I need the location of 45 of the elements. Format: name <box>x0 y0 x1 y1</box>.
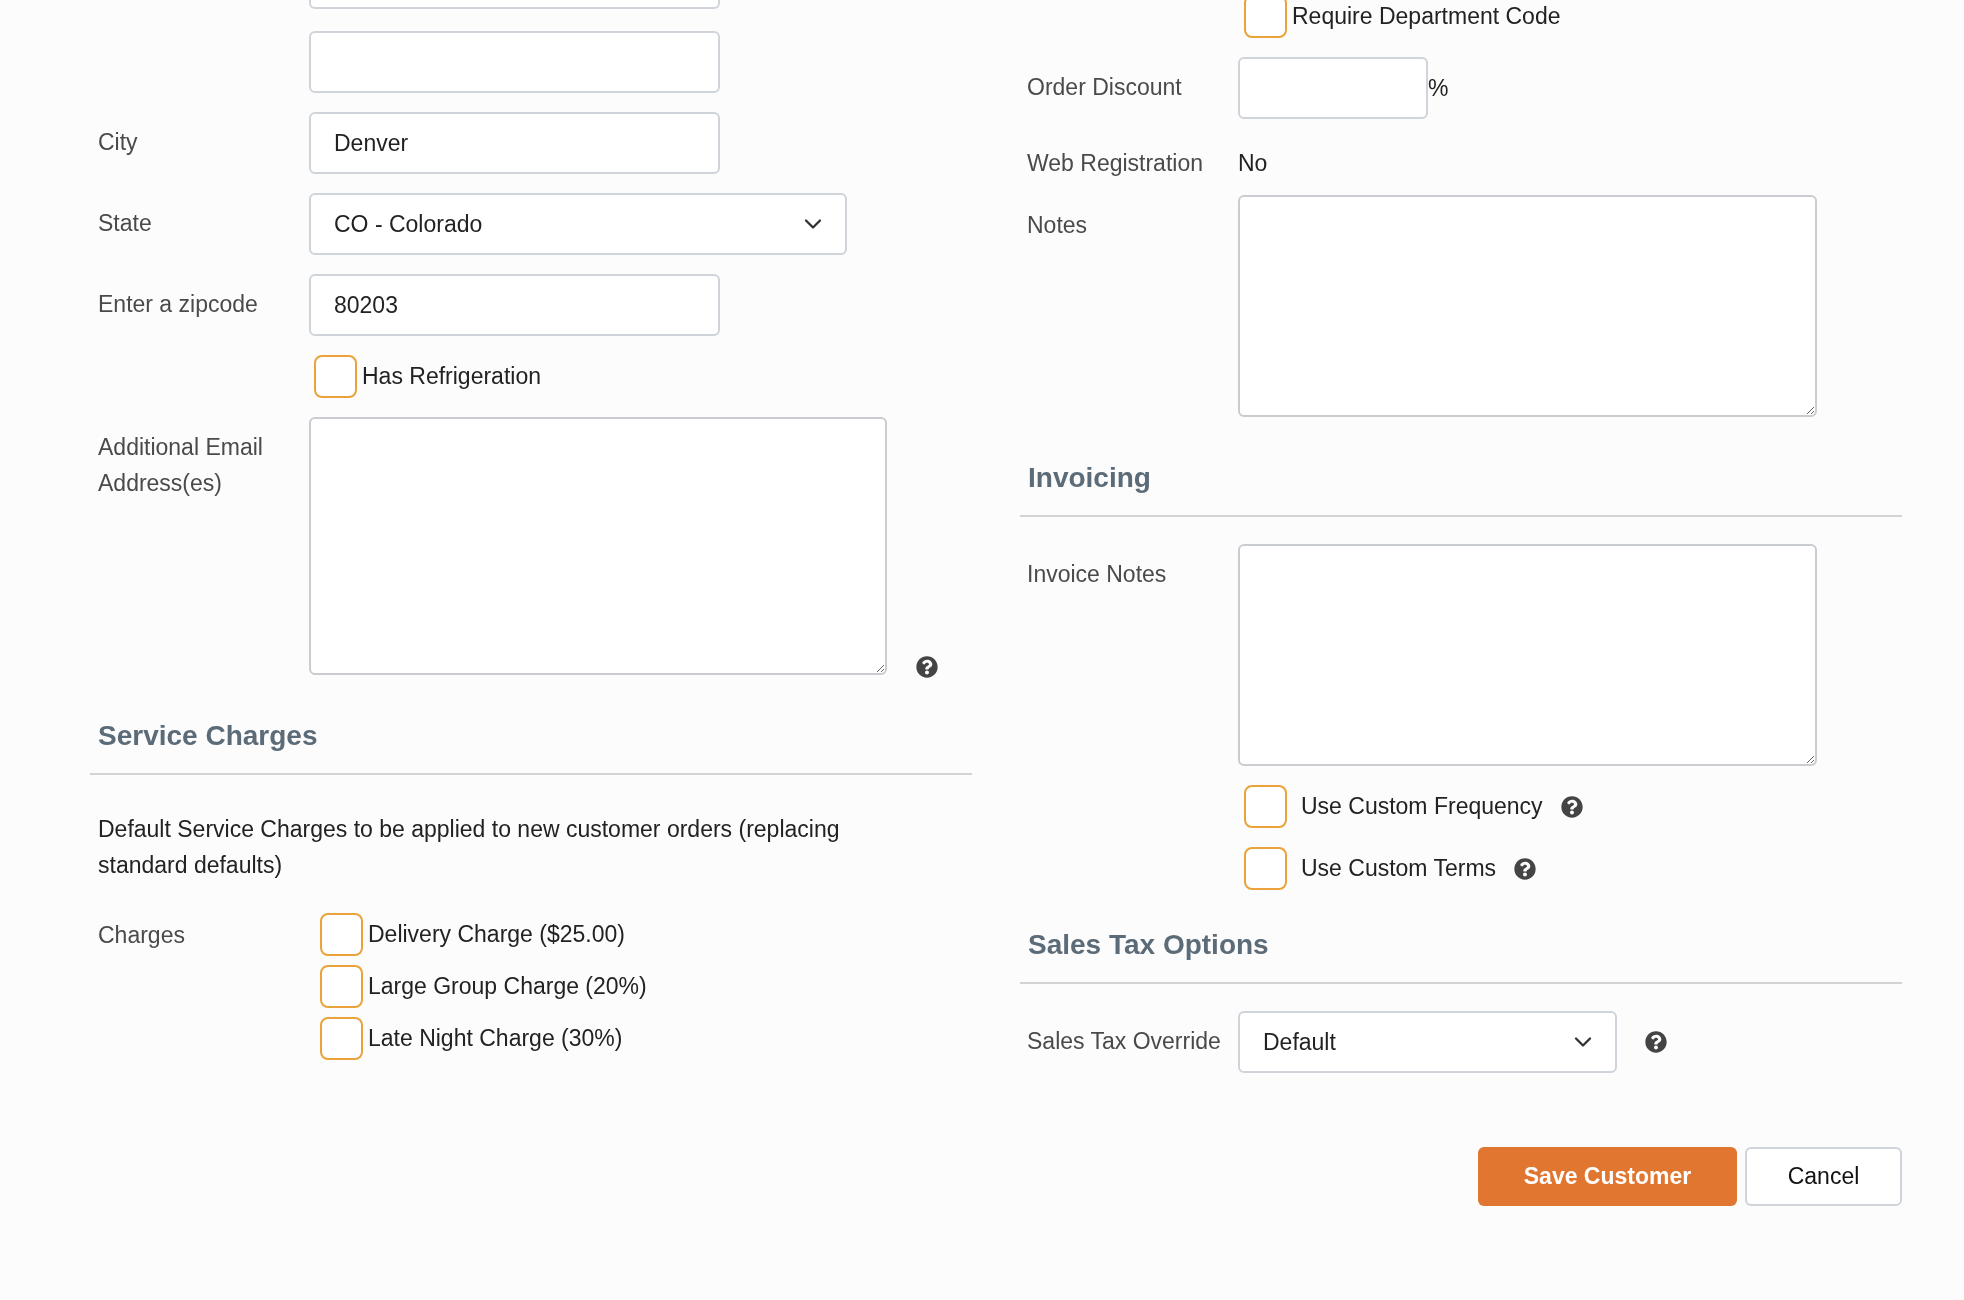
text-input[interactable]: Denver <box>309 112 720 174</box>
section-description: Default Service Charges to be applied to new customer orders (replacing standard defaults) <box>98 815 841 880</box>
checkbox[interactable] <box>320 965 363 1008</box>
field-label: Sales Tax Override <box>1027 1028 1221 1054</box>
help-icon[interactable] <box>1645 1031 1667 1053</box>
field-label: Web Registration <box>1027 150 1203 176</box>
field-label: Additional Email Address(es) <box>98 433 264 498</box>
checkbox-label: Late Night Charge (30%) <box>368 1024 623 1054</box>
checkbox-label: Has Refrigeration <box>362 362 541 392</box>
percent-suffix: % <box>1428 74 1449 103</box>
field-label: Notes <box>1027 211 1089 240</box>
help-icon[interactable] <box>916 656 938 678</box>
checkbox[interactable] <box>314 355 357 398</box>
help-icon[interactable] <box>1560 795 1583 818</box>
field-label: Invoice Notes <box>1027 560 1168 589</box>
text-input[interactable] <box>1238 57 1428 119</box>
checkbox[interactable] <box>320 913 363 956</box>
checkbox-label: Large Group Charge (20%) <box>368 972 647 1002</box>
field-label: City <box>98 129 138 155</box>
section-heading: Service Charges <box>98 720 318 751</box>
checkbox-label: Use Custom Frequency <box>1301 792 1543 822</box>
checkbox-label: Use Custom Terms <box>1301 854 1497 884</box>
checkbox[interactable] <box>1244 847 1287 890</box>
section-heading: Invoicing <box>1028 462 1151 493</box>
select-dropdown[interactable]: Default <box>1238 1011 1617 1073</box>
field-label: State <box>98 210 152 236</box>
field-label: Order Discount <box>1027 74 1182 100</box>
checkbox-label: Require Department Code <box>1292 2 1561 32</box>
text-area[interactable] <box>1238 195 1817 417</box>
help-icon[interactable] <box>1514 857 1537 880</box>
field-label: Charges <box>98 922 185 948</box>
checkbox[interactable] <box>1244 0 1287 38</box>
text-area[interactable] <box>309 417 887 675</box>
section-heading: Sales Tax Options <box>1028 929 1269 960</box>
select-dropdown[interactable]: CO - Colorado <box>309 193 847 255</box>
checkbox-label: Delivery Charge ($25.00) <box>368 920 625 950</box>
cancel-button[interactable]: Cancel <box>1745 1147 1902 1206</box>
text-input[interactable] <box>309 31 720 93</box>
text-area[interactable] <box>1238 544 1817 766</box>
checkbox[interactable] <box>1244 785 1287 828</box>
field-label: Enter a zipcode <box>98 291 258 317</box>
field-value: No <box>1238 149 1268 178</box>
checkbox[interactable] <box>320 1017 363 1060</box>
text-input[interactable] <box>309 0 720 9</box>
text-input[interactable]: 80203 <box>309 274 720 336</box>
